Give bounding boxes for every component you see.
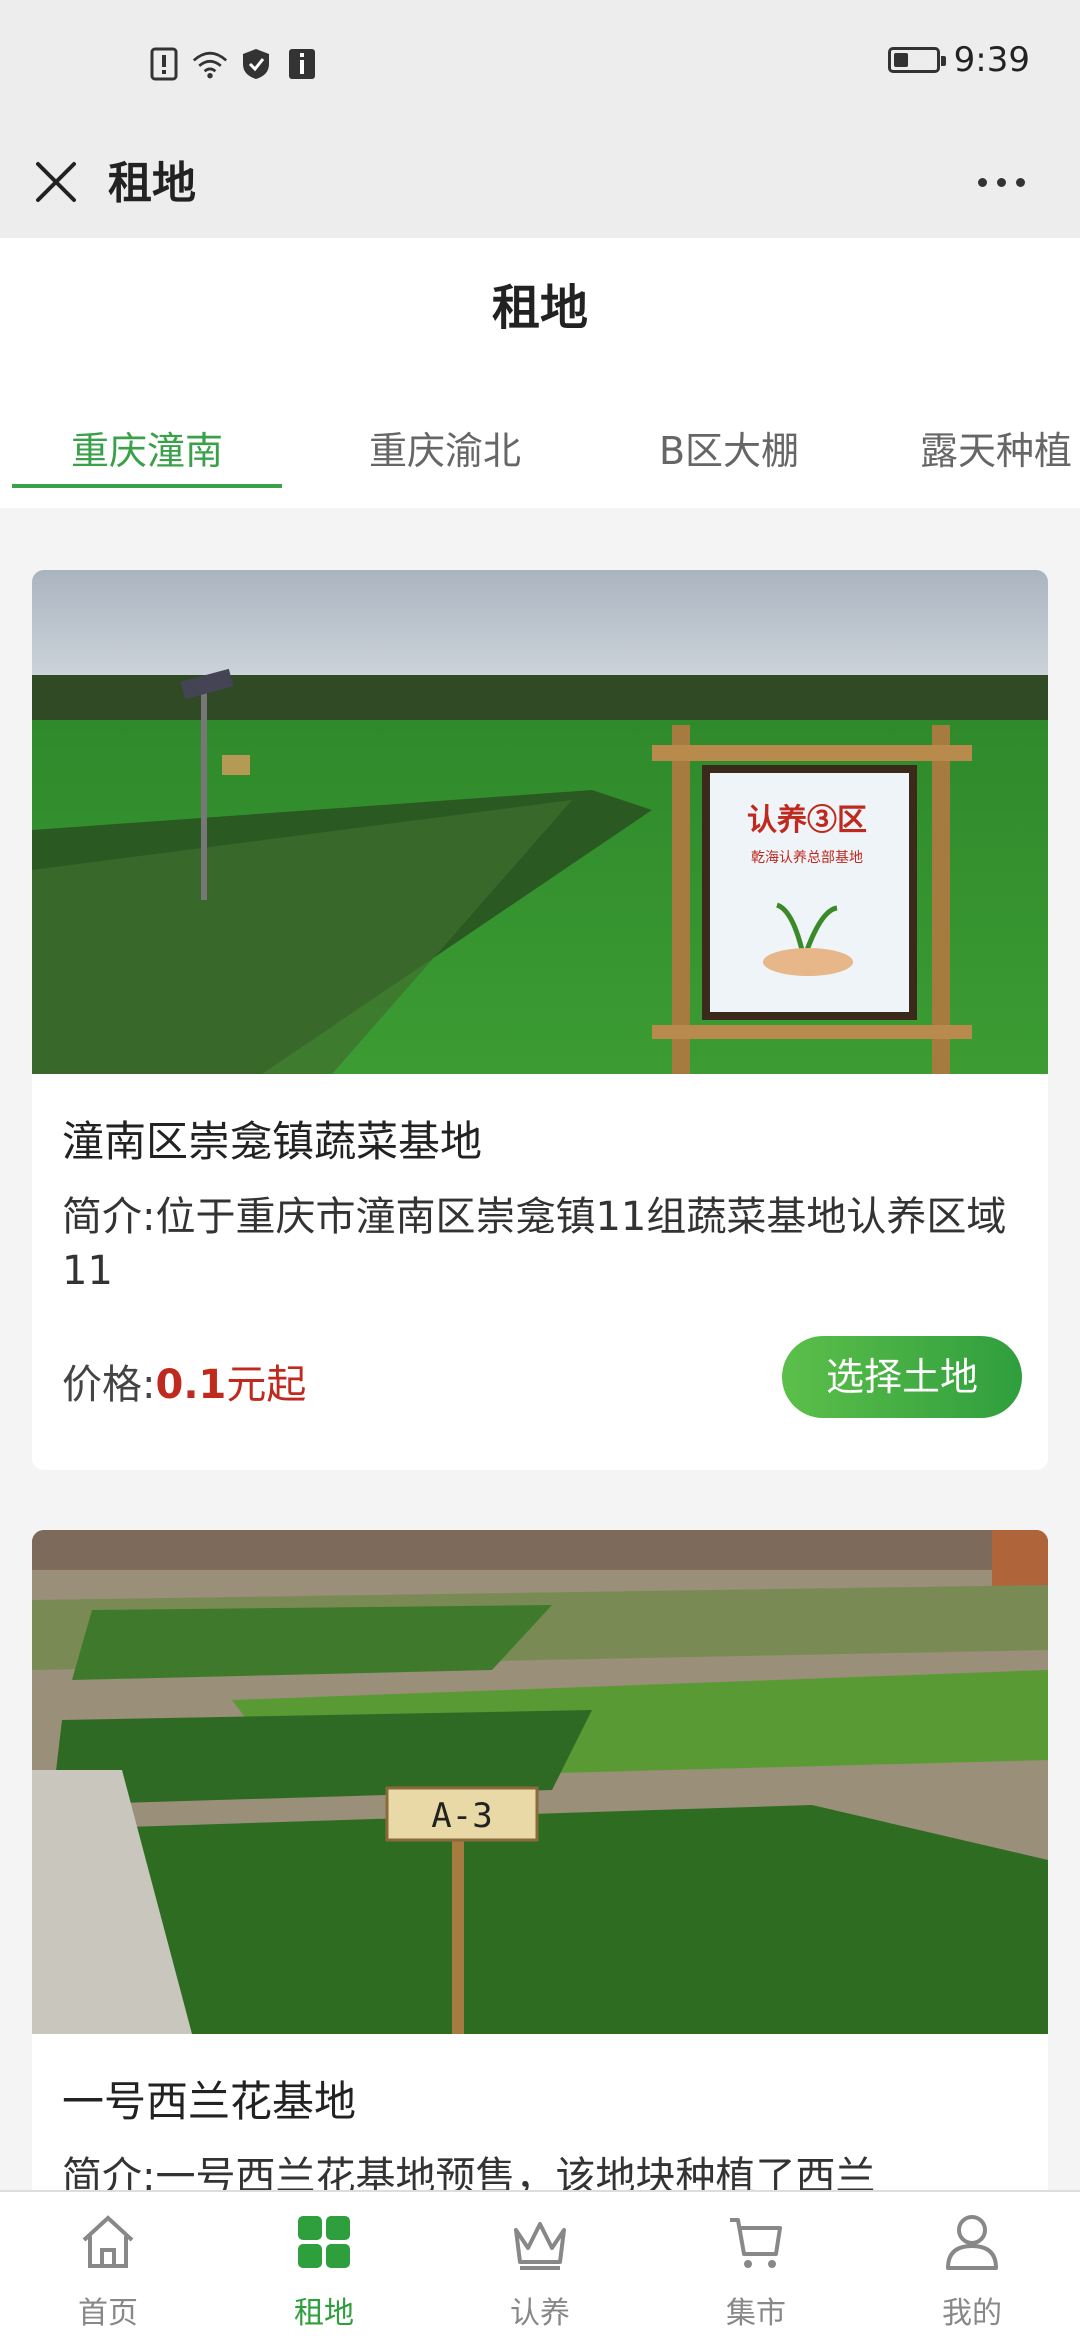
- wifi-icon: [192, 46, 228, 82]
- close-button[interactable]: [26, 152, 86, 212]
- price: 价格:0.1元起: [62, 1352, 306, 1410]
- grid-icon: [298, 2216, 350, 2268]
- more-dot-icon: [1015, 177, 1025, 187]
- price-unit: 元起: [226, 1362, 307, 1408]
- price-label: 价格:: [62, 1362, 156, 1408]
- nav-profile[interactable]: 我的: [864, 2192, 1080, 2342]
- nav-label: 认养: [510, 2296, 570, 2331]
- shield-icon: [238, 46, 274, 82]
- card-title: 一号西兰花基地: [62, 2077, 357, 2126]
- sign-text: A-3: [431, 1796, 492, 1836]
- select-land-button[interactable]: 选择土地: [782, 1336, 1022, 1418]
- home-icon: [82, 2215, 134, 2268]
- status-time: 9:39: [953, 40, 1030, 80]
- nav-label: 集市: [726, 2296, 786, 2331]
- more-dot-icon: [977, 177, 987, 187]
- crown-icon: [514, 2222, 566, 2270]
- user-icon: [946, 2215, 998, 2270]
- nav-market[interactable]: 集市: [648, 2192, 864, 2342]
- battery-icon: [887, 47, 946, 73]
- land-photo: A-3: [32, 1530, 1048, 2034]
- card-title: 潼南区崇龛镇蔬菜基地: [62, 1117, 483, 1166]
- sign-text: 认养③区: [747, 803, 867, 838]
- card-description: 简介:位于重庆市潼南区崇龛镇11组蔬菜基地认养区域11: [62, 1194, 1007, 1294]
- app-title: 租地: [108, 158, 196, 209]
- cart-icon: [730, 2218, 782, 2268]
- nav-label: 租地: [294, 2296, 354, 2331]
- status-icons: [146, 46, 320, 82]
- land-photo: 认养③区 乾海认养总部基地: [32, 570, 1048, 1074]
- bottom-nav: 首页 租地 认养 集市 我的: [0, 2190, 1080, 2342]
- status-right: 9:39: [887, 40, 1030, 80]
- notification-alert-icon: [146, 46, 182, 82]
- battery-level: [893, 53, 908, 67]
- app-header: 租地: [0, 132, 1080, 238]
- more-options-button[interactable]: [966, 154, 1036, 210]
- close-icon: [36, 162, 76, 202]
- status-bar: 9:39: [0, 0, 1080, 132]
- tab-tongnan[interactable]: 重庆潼南: [12, 386, 282, 486]
- tab-open-air[interactable]: 露天种植: [920, 386, 1080, 486]
- nav-home[interactable]: 首页: [0, 2192, 216, 2342]
- price-value: 0.1: [155, 1362, 227, 1408]
- nav-label: 首页: [78, 2296, 138, 2331]
- tab-yubei[interactable]: 重庆渝北: [310, 386, 580, 486]
- sign-subtext: 乾海认养总部基地: [751, 849, 863, 866]
- land-card[interactable]: A-3 一号西兰花基地 简介:一号西兰花基地预售，该地块种植了西兰: [32, 1530, 1048, 2230]
- page-header: 租地 重庆潼南 重庆渝北 B区大棚 露天种植: [0, 238, 1080, 508]
- region-tabs: 重庆潼南 重庆渝北 B区大棚 露天种植: [0, 386, 1080, 496]
- info-icon: [284, 46, 320, 82]
- more-dot-icon: [996, 177, 1006, 187]
- land-card[interactable]: 认养③区 乾海认养总部基地 潼南区崇龛镇蔬菜基地 简介:位于重庆市潼南区崇龛镇1…: [32, 570, 1048, 1470]
- active-tab-indicator: [12, 484, 282, 488]
- tab-b-greenhouse[interactable]: B区大棚: [594, 386, 864, 486]
- nav-rent-land[interactable]: 租地: [216, 2192, 432, 2342]
- nav-label: 我的: [942, 2296, 1002, 2331]
- nav-adopt[interactable]: 认养: [432, 2192, 648, 2342]
- page-title: 租地: [491, 280, 588, 336]
